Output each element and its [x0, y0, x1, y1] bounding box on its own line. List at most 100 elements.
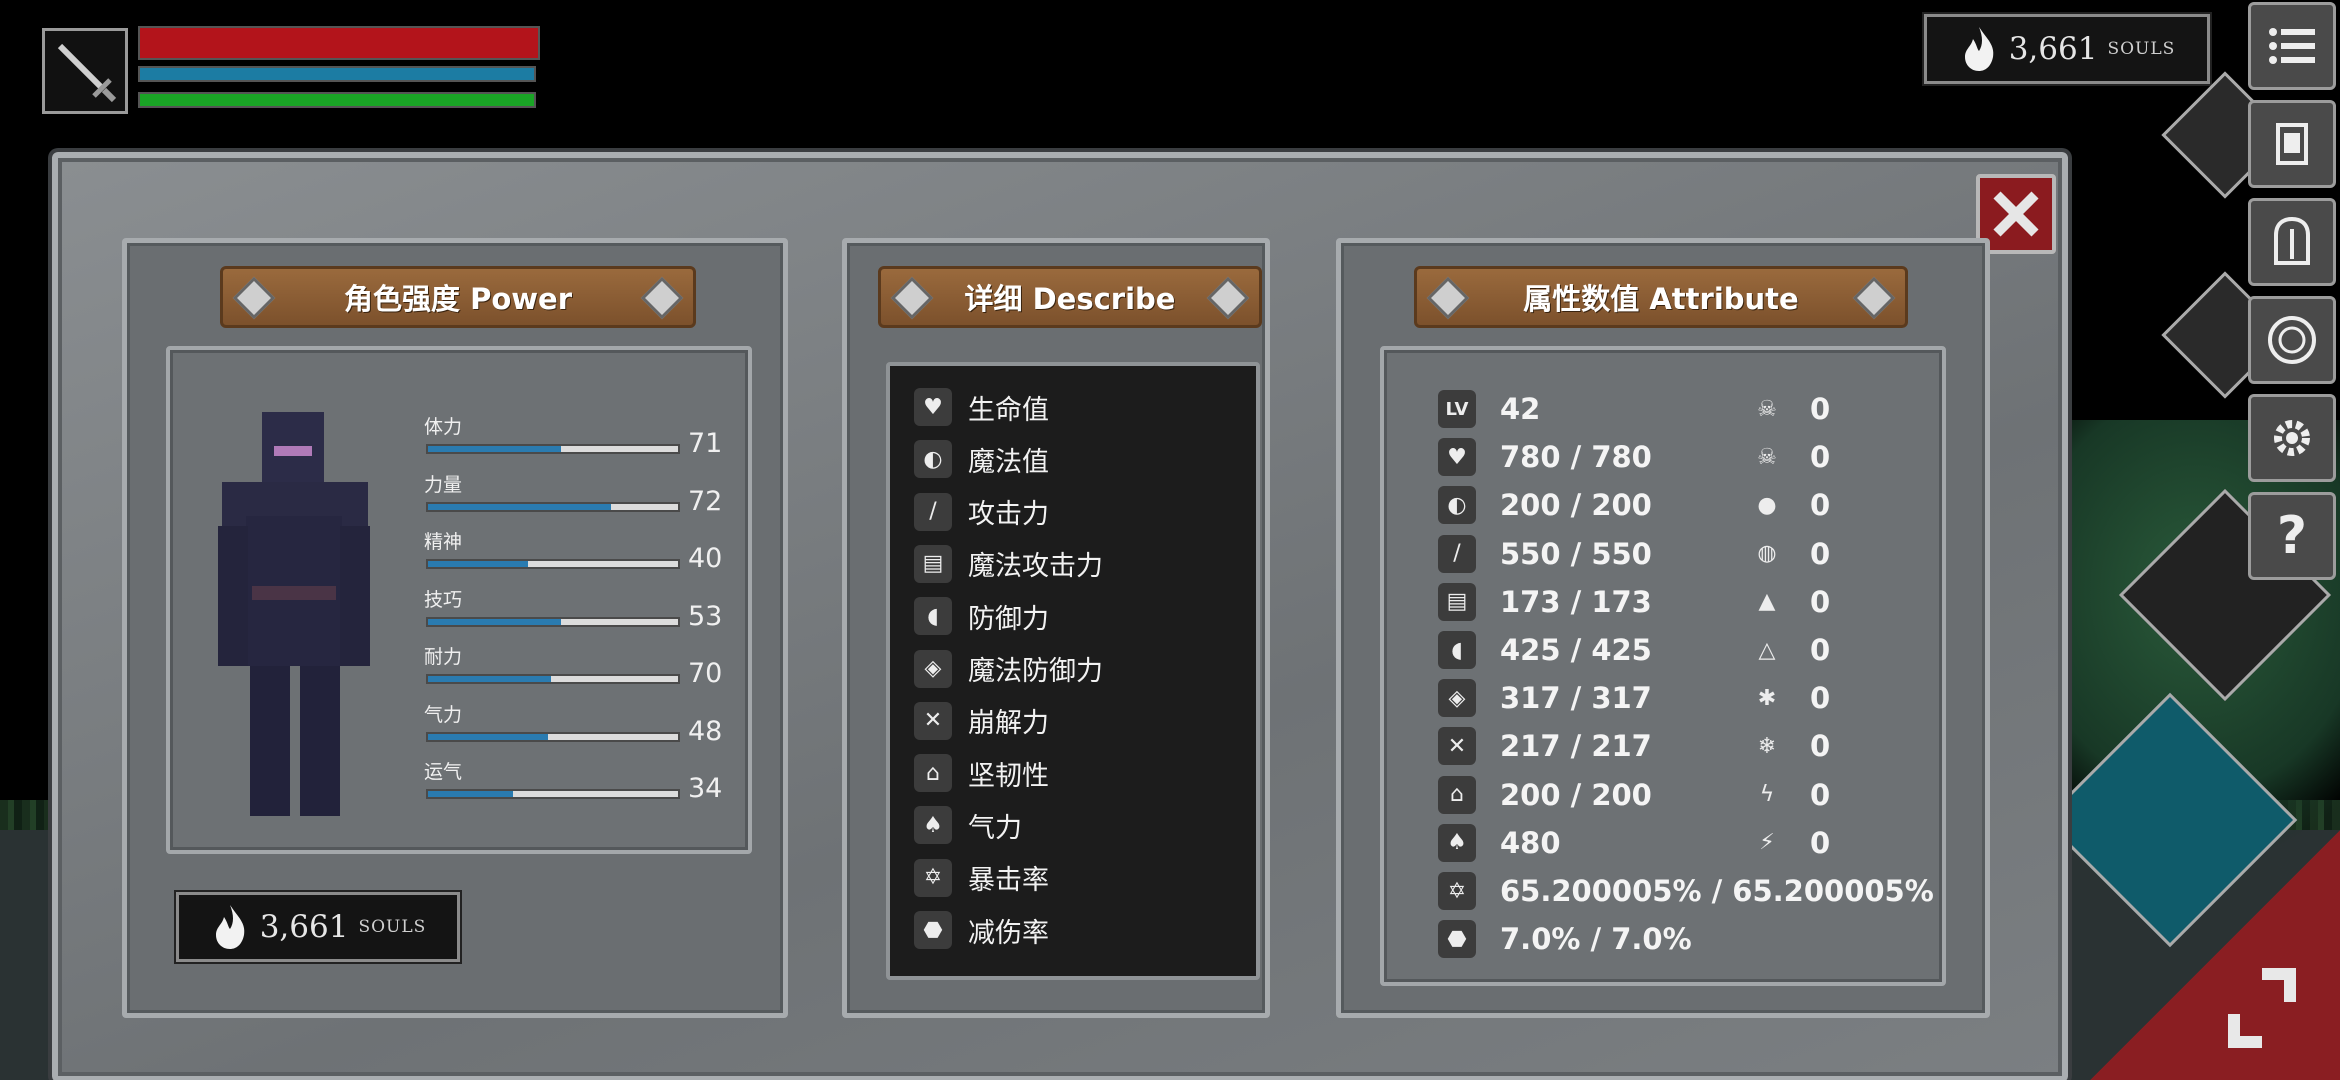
stat-bar [426, 616, 680, 627]
describe-item[interactable]: ⬣ 减伤率 [914, 907, 1049, 953]
heart-icon: ♥ [1438, 438, 1476, 477]
stat-bar-fill [428, 503, 611, 510]
lightning-icon: ϟ [1759, 782, 1775, 808]
describe-item[interactable]: ✡ 暴击率 [914, 855, 1049, 901]
attribute-value: 425 / 425 [1500, 633, 1652, 667]
soul-flame-icon [215, 905, 244, 949]
describe-title: 详细 Describe [964, 282, 1176, 316]
describe-item-label: 崩解力 [968, 708, 1049, 740]
souls-value: 3,661 [259, 909, 349, 945]
describe-item[interactable]: ♥ 生命值 [914, 384, 1049, 430]
health-bar [138, 26, 540, 60]
stat-bar-fill [428, 446, 561, 452]
soul-flame-icon [1964, 27, 1993, 71]
stat-bar-fill [428, 561, 528, 567]
stat-row: 气力 48 [424, 700, 734, 750]
attribute-value: 200 / 200 [1500, 488, 1652, 523]
rivet-decoration [890, 276, 934, 320]
resistance-row: ☠ 0 [1748, 388, 1830, 430]
menu-help-button[interactable]: ? [2248, 492, 2336, 580]
shield-icon: ◖ [914, 597, 952, 636]
souls-label: SOULS [358, 917, 427, 937]
menu-scroll-button[interactable] [2248, 100, 2336, 188]
stat-bar-fill [428, 676, 551, 682]
magic-shield-icon: ◈ [914, 649, 952, 688]
resistance-value: 0 [1810, 777, 1831, 812]
head-icon: ◐ [1438, 486, 1476, 525]
attribute-row: ♥ 780 / 780 [1438, 436, 1652, 478]
resistance-value: 0 [1810, 584, 1831, 619]
poison-skull-icon: ☠ [1757, 444, 1777, 470]
rivet-decoration [640, 276, 684, 320]
attribute-row: LV 42 [1438, 388, 1540, 430]
lightning-resist-icon: ⚡︎ [1759, 830, 1775, 856]
attribute-row: ◈ 317 / 317 [1438, 677, 1652, 719]
describe-item[interactable]: ▤ 魔法攻击力 [914, 541, 1103, 587]
rivet-decoration [1852, 276, 1896, 320]
rivet-decoration [1426, 276, 1470, 320]
stat-row: 精神 40 [424, 527, 734, 577]
rivet-decoration [232, 276, 276, 320]
helmet-icon: ⌂ [1438, 775, 1476, 814]
resistance-value: 0 [1810, 536, 1831, 571]
attribute-value: 317 / 317 [1500, 681, 1652, 716]
describe-item-label: 暴击率 [968, 865, 1049, 897]
stat-label: 力量 [424, 473, 463, 496]
attribute-value: 42 [1500, 392, 1541, 426]
stat-row: 体力 71 [424, 412, 734, 462]
describe-item[interactable]: ◖ 防御力 [914, 593, 1049, 639]
stat-row: 力量 72 [424, 470, 734, 520]
souls-label: SOULS [2107, 39, 2176, 59]
stat-label: 精神 [424, 531, 463, 553]
menu-list-button[interactable] [2248, 2, 2336, 90]
describe-item-label: 魔法防御力 [968, 656, 1103, 687]
resistance-row: △ 0 [1748, 629, 1831, 671]
equipped-weapon-slot[interactable] [42, 28, 128, 114]
describe-item-label: 减伤率 [968, 917, 1049, 949]
describe-item[interactable]: ✕ 崩解力 [914, 698, 1049, 744]
describe-item[interactable]: ◈ 魔法防御力 [914, 646, 1103, 692]
attribute-value: 65.200005% / 65.200005% [1500, 874, 1934, 908]
frost-resist-icon: ❄ [1757, 733, 1777, 759]
sword-icon: / [1438, 534, 1476, 573]
describe-item-label: 魔法攻击力 [968, 551, 1103, 583]
menu-settings-button[interactable] [2248, 394, 2336, 482]
lungs-icon: ♠ [914, 806, 952, 845]
attribute-value: 550 / 550 [1500, 536, 1652, 571]
lungs-icon: ♠ [1438, 823, 1476, 862]
damage-reduction-icon: ⬣ [1438, 920, 1476, 959]
resistance-row: ❄ 0 [1748, 725, 1830, 767]
menu-equipment-button[interactable] [2248, 198, 2336, 286]
stat-value: 71 [688, 428, 723, 459]
attribute-row: ◖ 425 / 425 [1438, 629, 1652, 671]
stat-value: 34 [688, 773, 723, 804]
attribute-row: ⌂ 200 / 200 [1438, 774, 1652, 816]
stat-label: 技巧 [424, 588, 463, 611]
magic-book-icon: ▤ [914, 544, 952, 583]
fire-icon: ▲ [1758, 589, 1776, 615]
resistance-row: ◍ 0 [1748, 533, 1830, 575]
skull-icon: ☠ [1757, 396, 1777, 422]
describe-item[interactable]: / 攻击力 [914, 489, 1049, 535]
attribute-value: 7.0% / 7.0% [1500, 922, 1692, 957]
stat-bar-fill [428, 618, 561, 625]
attribute-row: ✡ 65.200005% / 65.200005% [1438, 870, 1934, 912]
menu-rune-button[interactable] [2248, 296, 2336, 384]
describe-item-label: 攻击力 [968, 499, 1049, 531]
resize-corner-icon[interactable] [2222, 964, 2302, 1054]
heart-icon: ♥ [914, 388, 952, 426]
scroll-icon [2276, 123, 2308, 165]
resistance-value: 0 [1810, 488, 1831, 523]
break-icon: ✕ [1438, 727, 1476, 766]
describe-item-label: 魔法值 [968, 446, 1049, 478]
stat-value: 70 [688, 658, 723, 689]
attribute-row: ▤ 173 / 173 [1438, 581, 1652, 623]
describe-item[interactable]: ◐ 魔法值 [914, 436, 1049, 482]
character-model [218, 412, 370, 816]
fire-resist-icon: △ [1758, 637, 1776, 663]
attribute-row: ✕ 217 / 217 [1438, 725, 1652, 767]
describe-item[interactable]: ♠ 气力 [914, 802, 1022, 848]
describe-item[interactable]: ⌂ 坚韧性 [914, 750, 1049, 796]
help-icon: ? [2276, 506, 2308, 566]
close-icon [1993, 191, 2039, 237]
